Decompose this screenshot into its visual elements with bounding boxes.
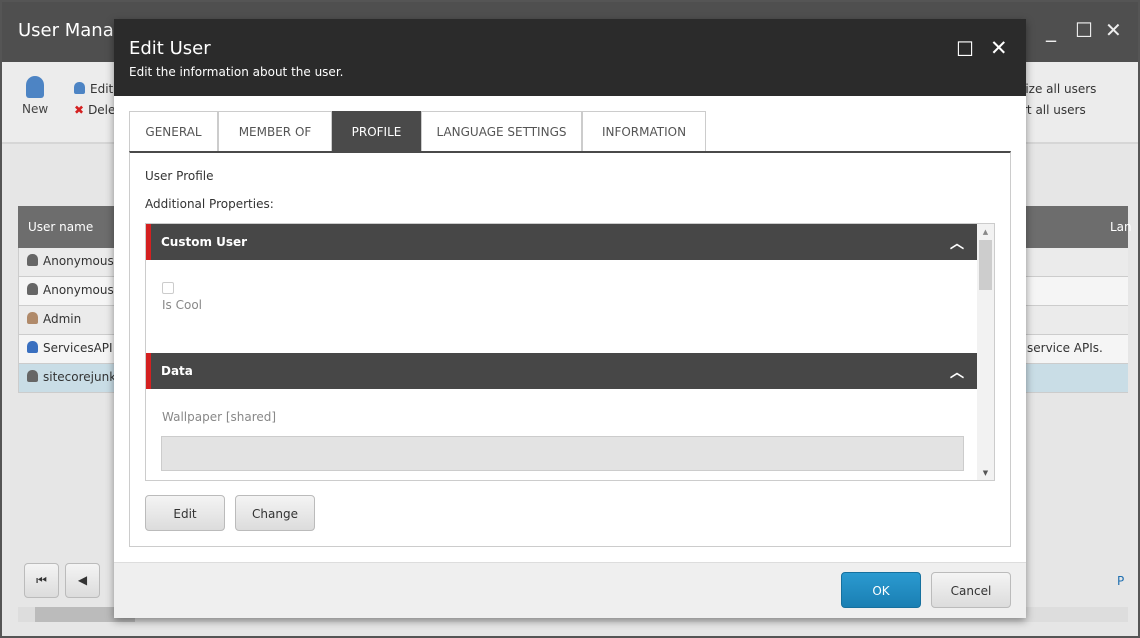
maximize-icon[interactable]: ☐ <box>1075 18 1093 42</box>
user-icon <box>27 370 38 382</box>
column-language[interactable]: Lan <box>1110 220 1132 234</box>
wallpaper-field[interactable] <box>161 436 964 471</box>
tab-profile[interactable]: PROFILE <box>332 111 421 152</box>
user-icon <box>27 283 38 295</box>
delete-icon: ✖ <box>74 103 85 117</box>
change-button[interactable]: Change <box>235 495 315 531</box>
section-header-custom-user[interactable]: Custom User ︿ <box>146 224 978 260</box>
chevron-up-icon[interactable]: ︿ <box>950 233 964 253</box>
new-button[interactable]: New <box>22 76 48 116</box>
maximize-icon[interactable]: ☐ <box>956 37 974 61</box>
user-profile-label: User Profile <box>145 169 214 183</box>
column-user-name[interactable]: User name <box>28 220 93 234</box>
initialize-users-button[interactable]: lize all users <box>1022 82 1096 96</box>
first-page-button[interactable]: ⏮ <box>24 563 59 598</box>
cancel-button[interactable]: Cancel <box>931 572 1011 608</box>
edit-button[interactable]: Edit <box>145 495 225 531</box>
section-header-data[interactable]: Data ︿ <box>146 353 978 389</box>
previous-page-button[interactable]: ◀ <box>65 563 100 598</box>
user-icon <box>27 341 38 353</box>
admin-icon <box>27 312 38 324</box>
properties-scroll-area: Custom User ︿ Is Cool Data ︿ Wallpaper [sh… <box>145 223 995 481</box>
edit-user-dialog: Edit User Edit the information about the… <box>114 19 1026 618</box>
ok-button[interactable]: OK <box>841 572 921 608</box>
vertical-scrollbar[interactable]: ▲ ▼ <box>977 224 994 480</box>
chevron-up-icon[interactable]: ︿ <box>950 362 964 382</box>
tab-member-of[interactable]: MEMBER OF <box>218 111 332 152</box>
is-cool-checkbox[interactable] <box>162 282 174 294</box>
close-icon[interactable]: ✕ <box>1105 18 1122 42</box>
additional-properties-label: Additional Properties: <box>145 197 274 211</box>
is-cool-label: Is Cool <box>162 298 203 312</box>
dialog-subtitle: Edit the information about the user. <box>129 65 344 79</box>
dialog-header: Edit User Edit the information about the… <box>114 19 1026 96</box>
wallpaper-label: Wallpaper [shared] <box>162 410 277 424</box>
tab-language-settings[interactable]: LANGUAGE SETTINGS <box>421 111 582 152</box>
profile-panel: User Profile Additional Properties: Cust… <box>129 151 1011 547</box>
minimize-icon[interactable]: _ <box>1046 18 1056 42</box>
dialog-title: Edit User <box>129 38 211 59</box>
edit-button[interactable]: Edit <box>74 82 113 96</box>
user-add-icon <box>26 76 45 98</box>
tab-general[interactable]: GENERAL <box>129 111 218 152</box>
dialog-footer: OK Cancel <box>114 562 1026 618</box>
user-edit-icon <box>74 82 85 94</box>
tab-information[interactable]: INFORMATION <box>582 111 706 152</box>
pager-label: P <box>1117 574 1125 588</box>
export-users-button[interactable]: rt all users <box>1022 103 1086 117</box>
user-icon <box>27 254 38 266</box>
close-icon[interactable]: ✕ <box>990 36 1008 60</box>
